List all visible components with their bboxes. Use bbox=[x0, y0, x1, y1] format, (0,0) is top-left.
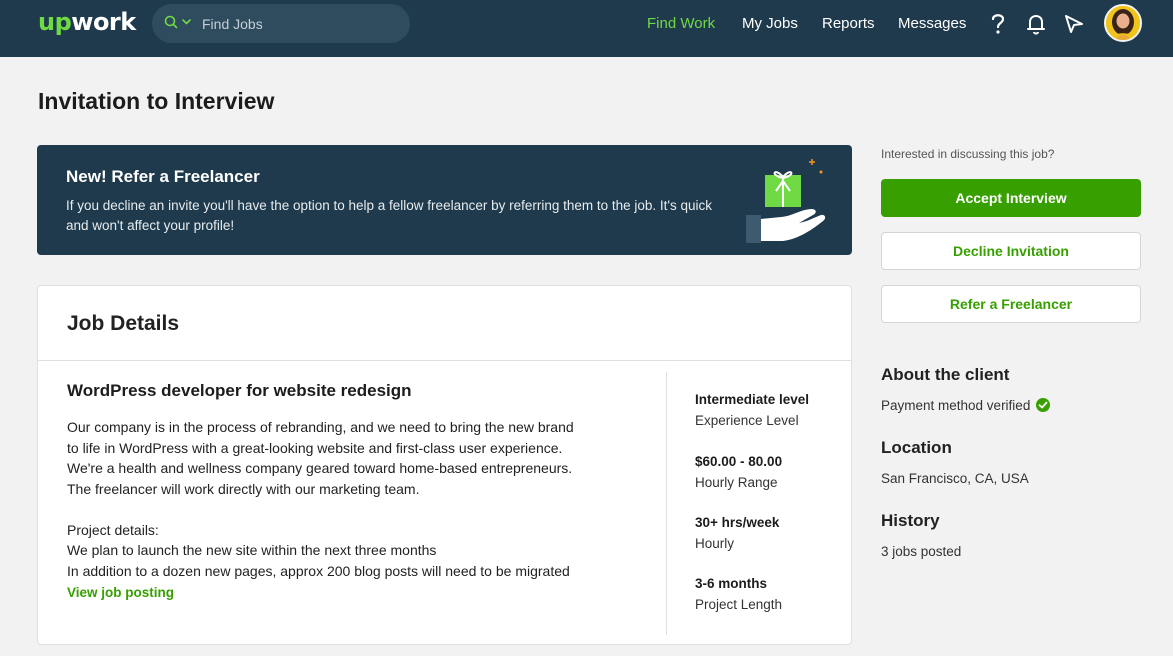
nav-my-jobs[interactable]: My Jobs bbox=[742, 15, 798, 32]
gift-hand-icon bbox=[746, 159, 826, 243]
verified-check-icon bbox=[1036, 398, 1051, 412]
meta-label: Experience Level bbox=[695, 413, 799, 428]
location-heading: Location bbox=[881, 438, 952, 457]
description-line: We're a health and wellness company gear… bbox=[67, 460, 573, 476]
avatar[interactable] bbox=[1104, 4, 1142, 42]
banner-title: New! Refer a Freelancer bbox=[66, 167, 260, 186]
client-history: 3 jobs posted bbox=[881, 544, 962, 559]
meta-experience: Intermediate level Experience Level bbox=[695, 392, 809, 428]
view-job-posting-link[interactable]: View job posting bbox=[67, 585, 174, 600]
bell-icon[interactable] bbox=[1026, 13, 1046, 35]
meta-value: 3-6 months bbox=[695, 576, 768, 591]
decline-invitation-button[interactable]: Decline Invitation bbox=[881, 232, 1141, 270]
interest-question: Interested in discussing this job? bbox=[881, 147, 1055, 161]
job-description: Our company is in the process of rebrand… bbox=[67, 417, 647, 581]
nav-find-work[interactable]: Find Work bbox=[647, 15, 715, 32]
meta-rate: $60.00 - 80.00 Hourly Range bbox=[695, 454, 782, 490]
nav-reports[interactable]: Reports bbox=[822, 15, 875, 32]
description-line: We plan to launch the new site within th… bbox=[67, 542, 437, 558]
meta-value: Intermediate level bbox=[695, 392, 810, 407]
history-heading: History bbox=[881, 511, 940, 530]
refer-freelancer-button[interactable]: Refer a Freelancer bbox=[881, 285, 1141, 323]
banner-text: If you decline an invite you'll have the… bbox=[66, 198, 713, 233]
meta-label: Hourly Range bbox=[695, 475, 778, 490]
meta-label: Project Length bbox=[695, 597, 783, 612]
nav-messages[interactable]: Messages bbox=[898, 15, 966, 32]
user-portrait-icon bbox=[1106, 6, 1140, 40]
client-location: San Francisco, CA, USA bbox=[881, 471, 1029, 486]
payment-verified: Payment method verified bbox=[881, 398, 1051, 413]
vertical-divider bbox=[666, 372, 667, 635]
meta-label: Hourly bbox=[695, 536, 735, 551]
page-title: Invitation to Interview bbox=[38, 88, 275, 114]
description-line bbox=[67, 499, 647, 520]
about-client-heading: About the client bbox=[881, 365, 1010, 384]
job-details-card: Job Details WordPress developer for webs… bbox=[37, 285, 852, 645]
search-bar[interactable]: Find Jobs bbox=[152, 4, 410, 43]
meta-hours: 30+ hrs/week Hourly bbox=[695, 515, 779, 551]
description-line: The freelancer will work directly with o… bbox=[67, 480, 420, 497]
job-title: WordPress developer for website redesign bbox=[67, 381, 412, 400]
top-navigation: upwork Find Jobs Find Work My Jobs Repor… bbox=[0, 0, 1173, 57]
search-input[interactable]: Find Jobs bbox=[202, 16, 263, 32]
meta-length: 3-6 months Project Length bbox=[695, 576, 782, 612]
description-line: to life in WordPress with a great-lookin… bbox=[67, 439, 563, 456]
search-icon bbox=[164, 15, 191, 29]
description-line: In addition to a dozen new pages, approx… bbox=[67, 562, 570, 579]
meta-value: 30+ hrs/week bbox=[695, 515, 780, 530]
help-icon[interactable] bbox=[989, 12, 1007, 36]
meta-value: $60.00 - 80.00 bbox=[695, 454, 783, 469]
payment-verified-text: Payment method verified bbox=[881, 398, 1031, 413]
description-line: Our company is in the process of rebrand… bbox=[67, 419, 574, 435]
accept-interview-button[interactable]: Accept Interview bbox=[881, 179, 1141, 217]
description-line: Project details: bbox=[67, 521, 159, 538]
refer-banner: New! Refer a Freelancer If you decline a… bbox=[37, 145, 852, 255]
job-details-heading: Job Details bbox=[67, 312, 180, 335]
card-divider bbox=[38, 360, 851, 361]
upwork-logo[interactable]: upwork bbox=[38, 8, 136, 36]
send-icon[interactable] bbox=[1063, 13, 1085, 35]
